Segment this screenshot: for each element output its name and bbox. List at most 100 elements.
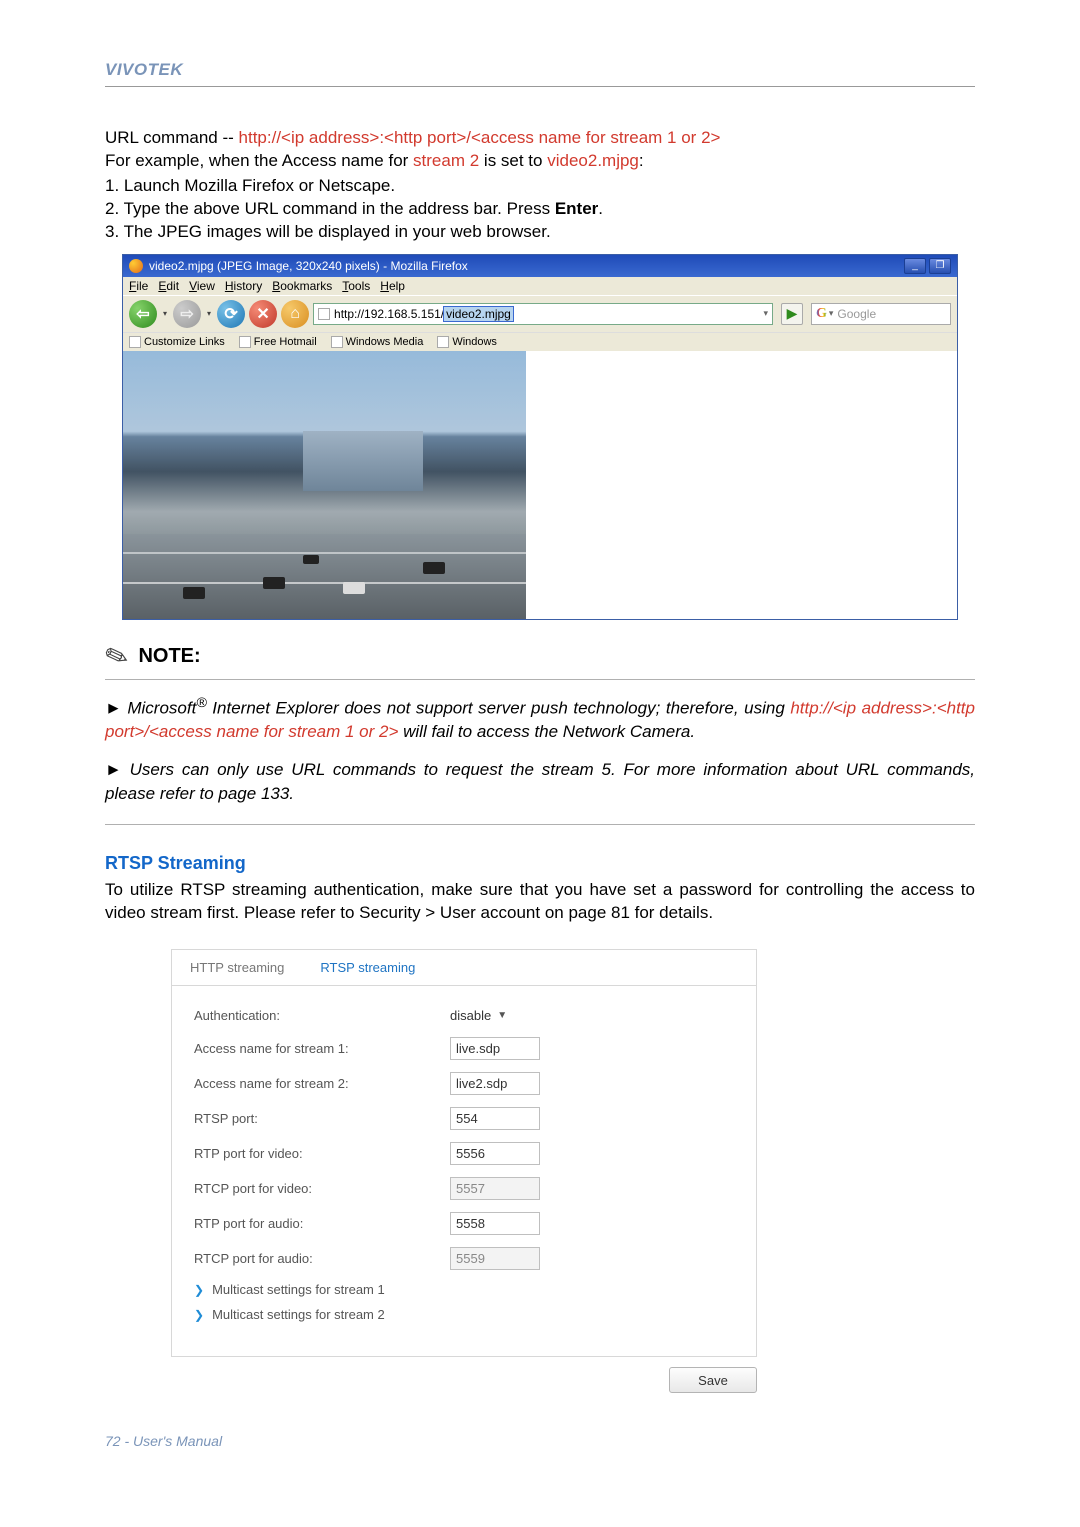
mcast2-label: Multicast settings for stream 2 [212, 1307, 385, 1322]
rtp-aud-label: RTP port for audio: [194, 1216, 450, 1231]
multicast-stream-2[interactable]: ❯ Multicast settings for stream 2 [194, 1307, 734, 1322]
menu-history[interactable]: History [225, 279, 262, 293]
rtsp-config-panel: HTTP streaming RTSP streaming Authentica… [171, 949, 757, 1357]
address-bar[interactable]: http://192.168.5.151/video2.mjpg ▾ [313, 303, 773, 325]
bookmark-label: Windows Media [346, 336, 424, 348]
note-p1-pre: ► Microsoft [105, 698, 196, 717]
search-box[interactable]: G▾ Google [811, 303, 951, 325]
row-access-name-2: Access name for stream 2: [194, 1072, 734, 1095]
auth-label: Authentication: [194, 1008, 450, 1023]
bookmark-label: Customize Links [144, 336, 225, 348]
tab-row: HTTP streaming RTSP streaming [172, 950, 756, 986]
menu-edit[interactable]: Edit [158, 279, 179, 293]
bookmark-icon [129, 336, 141, 348]
row-rtp-audio: RTP port for audio: [194, 1212, 734, 1235]
brand-header: VIVOTEK [105, 60, 975, 80]
back-dropdown[interactable]: ▾ [161, 309, 169, 318]
rtsp-port-input[interactable] [450, 1107, 540, 1130]
note-p2: ► Users can only use URL commands to req… [105, 758, 975, 806]
bookmark-windows-media[interactable]: Windows Media [331, 336, 424, 348]
menu-file[interactable]: File [129, 279, 148, 293]
menu-help[interactable]: Help [380, 279, 405, 293]
url-base: http://192.168.5.151/ [334, 307, 444, 321]
page-icon [318, 308, 330, 320]
header-rule [105, 86, 975, 87]
save-button[interactable]: Save [669, 1367, 757, 1393]
rtp-aud-input[interactable] [450, 1212, 540, 1235]
search-placeholder: Google [837, 307, 876, 321]
restore-button[interactable]: ❐ [929, 258, 951, 274]
rtp-vid-label: RTP port for video: [194, 1146, 450, 1161]
an1-input[interactable] [450, 1037, 540, 1060]
forward-dropdown[interactable]: ▾ [205, 309, 213, 318]
firefox-window: video2.mjpg (JPEG Image, 320x240 pixels)… [122, 254, 958, 620]
for-example-line: For example, when the Access name for st… [105, 150, 975, 173]
reload-button[interactable]: ⟳ [217, 300, 245, 328]
minimize-button[interactable]: _ [904, 258, 926, 274]
note-rule-top [105, 679, 975, 680]
auth-select[interactable]: disable ▼ [450, 1006, 507, 1025]
bookmark-label: Windows [452, 336, 497, 348]
url-cmd-link: http://<ip address>:<http port>/<access … [239, 128, 721, 147]
multicast-stream-1[interactable]: ❯ Multicast settings for stream 1 [194, 1282, 734, 1297]
menu-bookmarks[interactable]: Bookmarks [272, 279, 332, 293]
row-rtp-video: RTP port for video: [194, 1142, 734, 1165]
bookmark-label: Free Hotmail [254, 336, 317, 348]
rtcp-aud-label: RTCP port for audio: [194, 1251, 450, 1266]
menu-tools[interactable]: Tools [342, 279, 370, 293]
row-authentication: Authentication: disable ▼ [194, 1006, 734, 1025]
step-3: 3. The JPEG images will be displayed in … [105, 221, 975, 244]
menu-view[interactable]: View [189, 279, 215, 293]
bookmark-icon [437, 336, 449, 348]
rtsp-section-title: RTSP Streaming [105, 853, 975, 874]
for-example-post: : [639, 151, 644, 170]
rtsp-port-label: RTSP port: [194, 1111, 450, 1126]
note-body: ► Microsoft® Internet Explorer does not … [105, 694, 975, 806]
tab-http-streaming[interactable]: HTTP streaming [172, 950, 302, 985]
note-callout: ✎ NOTE: ► Microsoft® Internet Explorer d… [105, 640, 975, 825]
note-p1-sup: ® [196, 695, 206, 711]
rtp-vid-input[interactable] [450, 1142, 540, 1165]
rtcp-vid-input [450, 1177, 540, 1200]
step-1: 1. Launch Mozilla Firefox or Netscape. [105, 175, 975, 198]
an1-label: Access name for stream 1: [194, 1041, 450, 1056]
mcast1-label: Multicast settings for stream 1 [212, 1282, 385, 1297]
bookmark-windows[interactable]: Windows [437, 336, 497, 348]
firefox-bookmark-bar: Customize Links Free Hotmail Windows Med… [123, 332, 957, 351]
url-cmd-prefix: URL command -- [105, 128, 239, 147]
for-example-pre: For example, when the Access name for [105, 151, 413, 170]
stop-button[interactable]: ✕ [249, 300, 277, 328]
firefox-title: video2.mjpg (JPEG Image, 320x240 pixels)… [149, 259, 468, 273]
note-p1-post: will fail to access the Network Camera. [398, 722, 695, 741]
steps-list: 1. Launch Mozilla Firefox or Netscape. 2… [105, 175, 975, 244]
url-dropdown-icon[interactable]: ▾ [759, 308, 768, 319]
for-example-val: video2.mjpg [547, 151, 639, 170]
back-button[interactable]: ⇦ [129, 300, 157, 328]
url-command-line: URL command -- http://<ip address>:<http… [105, 127, 975, 150]
firefox-icon [129, 259, 143, 273]
for-example-mid: is set to [479, 151, 547, 170]
forward-button[interactable]: ⇨ [173, 300, 201, 328]
chevron-down-icon: ▼ [497, 1010, 507, 1021]
an2-label: Access name for stream 2: [194, 1076, 450, 1091]
bookmark-customize-links[interactable]: Customize Links [129, 336, 225, 348]
note-p1-mid: Internet Explorer does not support serve… [207, 698, 791, 717]
stream-image [123, 351, 526, 619]
go-button[interactable]: ▶ [781, 303, 803, 325]
an2-input[interactable] [450, 1072, 540, 1095]
rtcp-aud-input [450, 1247, 540, 1270]
step2-bold: Enter [555, 199, 598, 218]
google-icon: G [816, 306, 827, 322]
firefox-titlebar: video2.mjpg (JPEG Image, 320x240 pixels)… [123, 255, 957, 277]
tab-rtsp-streaming[interactable]: RTSP streaming [302, 950, 433, 985]
firefox-menubar: File Edit View History Bookmarks Tools H… [123, 277, 957, 295]
home-button[interactable]: ⌂ [281, 300, 309, 328]
step-2: 2. Type the above URL command in the add… [105, 198, 975, 221]
page-footer: 72 - User's Manual [105, 1433, 975, 1449]
bookmark-free-hotmail[interactable]: Free Hotmail [239, 336, 317, 348]
step2-pre: 2. Type the above URL command in the add… [105, 199, 555, 218]
rtcp-vid-label: RTCP port for video: [194, 1181, 450, 1196]
pencil-icon: ✎ [100, 637, 133, 676]
rtsp-intro: To utilize RTSP streaming authentication… [105, 878, 975, 926]
auth-value: disable [450, 1008, 491, 1023]
